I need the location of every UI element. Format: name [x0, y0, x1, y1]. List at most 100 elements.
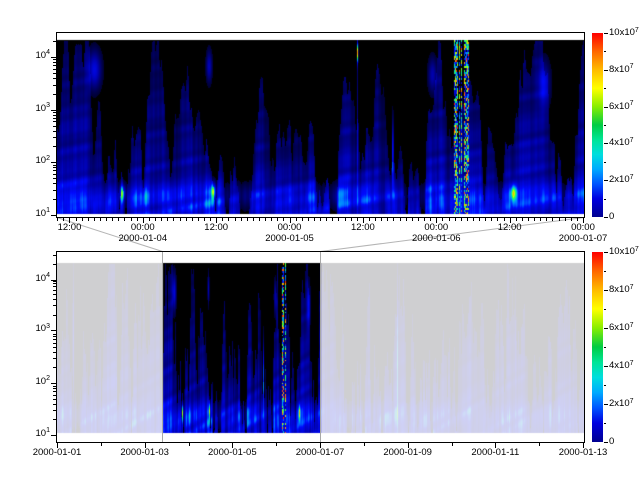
x-tick-label: 12:00 — [351, 223, 375, 234]
colorbar-tick-exponent: 7 — [630, 174, 634, 181]
x-tick-minor — [479, 218, 480, 221]
x-tick-minor — [461, 218, 462, 221]
colorbar-tick-exponent: 7 — [630, 137, 634, 144]
colorbar-tick-label: 2x107 — [609, 174, 634, 187]
x-tick-minor — [351, 218, 352, 221]
y-tick-major — [51, 435, 56, 436]
x-tick-minor — [540, 218, 541, 221]
y-tick-label: 104 — [18, 273, 50, 286]
x-tick-label-line: 2000-01-07 — [296, 448, 345, 459]
x-tick-minor — [424, 218, 425, 221]
x-tick-minor — [406, 218, 407, 221]
colorbar-tick-minor — [604, 309, 606, 310]
x-tick-minor — [192, 218, 193, 221]
colorbar-tick-exponent: 7 — [630, 100, 634, 107]
y-tick-base: 10 — [36, 273, 47, 284]
colorbar-tick-exponent: 7 — [630, 284, 634, 291]
y-tick-minor — [53, 146, 56, 147]
colorbar-tick-base: 8x10 — [609, 64, 630, 75]
x-tick-minor — [198, 218, 199, 221]
y-tick-minor — [53, 62, 56, 63]
x-tick-label-line: 2000-01-05 — [208, 448, 257, 459]
x-tick-minor — [131, 218, 132, 221]
colorbar-tick-exponent: 7 — [630, 360, 634, 367]
x-tick-minor — [504, 218, 505, 221]
y-tick-minor — [53, 165, 56, 166]
x-tick-minor — [528, 218, 529, 221]
x-tick-minor — [308, 218, 309, 221]
x-tick-minor — [118, 218, 119, 221]
colorbar-tick-base: 6x10 — [609, 101, 630, 112]
x-tick-label: 12:00 — [58, 223, 82, 234]
x-tick-label-line: 2000-01-09 — [383, 448, 432, 459]
y-tick-minor — [53, 352, 56, 353]
colorbar-tick-exponent: 7 — [630, 63, 634, 70]
y-tick-exponent: 1 — [46, 427, 50, 434]
x-tick-minor — [277, 218, 278, 221]
x-tick-minor — [63, 218, 64, 221]
x-tick-minor — [516, 218, 517, 221]
colorbar-tick-base: 8x10 — [609, 284, 630, 295]
x-tick-minor — [485, 218, 486, 221]
colorbar-tick-label: 4x107 — [609, 360, 634, 373]
x-tick-minor — [88, 218, 89, 221]
colorbar-tick-label: 10x107 — [609, 27, 639, 40]
colorbar-tick-label: 2x107 — [609, 398, 634, 411]
colorbar-tick-minor — [604, 423, 606, 424]
colorbar-tick-label: 8x107 — [609, 64, 634, 77]
x-tick-minor — [57, 218, 58, 221]
y-tick-label: 102 — [18, 376, 50, 389]
x-tick-label: 2000-01-01 — [33, 448, 82, 459]
x-tick-minor — [149, 218, 150, 221]
x-tick-minor — [296, 218, 297, 221]
y-tick-minor — [53, 286, 56, 287]
colorbar-tick-label: 6x107 — [609, 322, 634, 335]
y-tick-minor — [53, 367, 56, 368]
y-tick-minor — [53, 399, 56, 400]
x-tick-label-line: 12:00 — [351, 223, 375, 234]
x-tick-minor — [265, 218, 266, 221]
y-tick-minor — [53, 283, 56, 284]
y-tick-minor — [53, 358, 56, 359]
y-tick-minor — [53, 264, 56, 265]
x-tick-label-line: 00:00 — [559, 223, 608, 234]
y-tick-minor — [53, 339, 56, 340]
x-tick-label-line: 12:00 — [58, 223, 82, 234]
colorbar-tick-label: 10x107 — [609, 246, 639, 259]
y-tick-base: 10 — [36, 103, 47, 114]
y-tick-label: 102 — [18, 155, 50, 168]
x-tick-minor — [204, 218, 205, 221]
x-tick-minor — [155, 218, 156, 221]
y-tick-minor — [53, 78, 56, 79]
y-tick-minor — [53, 41, 56, 42]
colorbar-tick-major — [604, 252, 608, 253]
y-tick-minor — [53, 334, 56, 335]
y-tick-minor — [53, 170, 56, 171]
x-tick-label: 12:00 — [498, 223, 522, 234]
spectrogram-figure: 12:0000:002000-01-0412:0000:002000-01-05… — [0, 0, 640, 480]
colorbar-tick-base: 0 — [609, 436, 614, 447]
x-tick-minor — [235, 218, 236, 221]
x-tick-minor — [253, 218, 254, 221]
y-tick-exponent: 3 — [46, 323, 50, 330]
colorbar-tick-minor — [604, 125, 606, 126]
colorbar-tick-label: 8x107 — [609, 284, 634, 297]
x-tick-minor — [497, 218, 498, 221]
x-tick-label: 2000-01-07 — [296, 448, 345, 459]
colorbar-tick-major — [604, 70, 608, 71]
x-tick-minor — [400, 218, 401, 221]
x-tick-minor — [449, 218, 450, 221]
x-tick-minor — [345, 218, 346, 221]
colorbar-tick-major — [604, 366, 608, 367]
x-tick-minor — [302, 218, 303, 221]
x-tick-minor — [577, 218, 578, 221]
y-tick-minor — [53, 65, 56, 66]
x-tick-minor — [534, 218, 535, 221]
x-tick-minor — [320, 218, 321, 221]
y-tick-label: 101 — [18, 428, 50, 441]
y-tick-exponent: 4 — [46, 49, 50, 56]
y-tick-minor — [53, 115, 56, 116]
x-tick-minor — [186, 218, 187, 221]
colorbar-tick-exponent: 7 — [635, 246, 639, 253]
x-tick-label: 2000-01-09 — [383, 448, 432, 459]
